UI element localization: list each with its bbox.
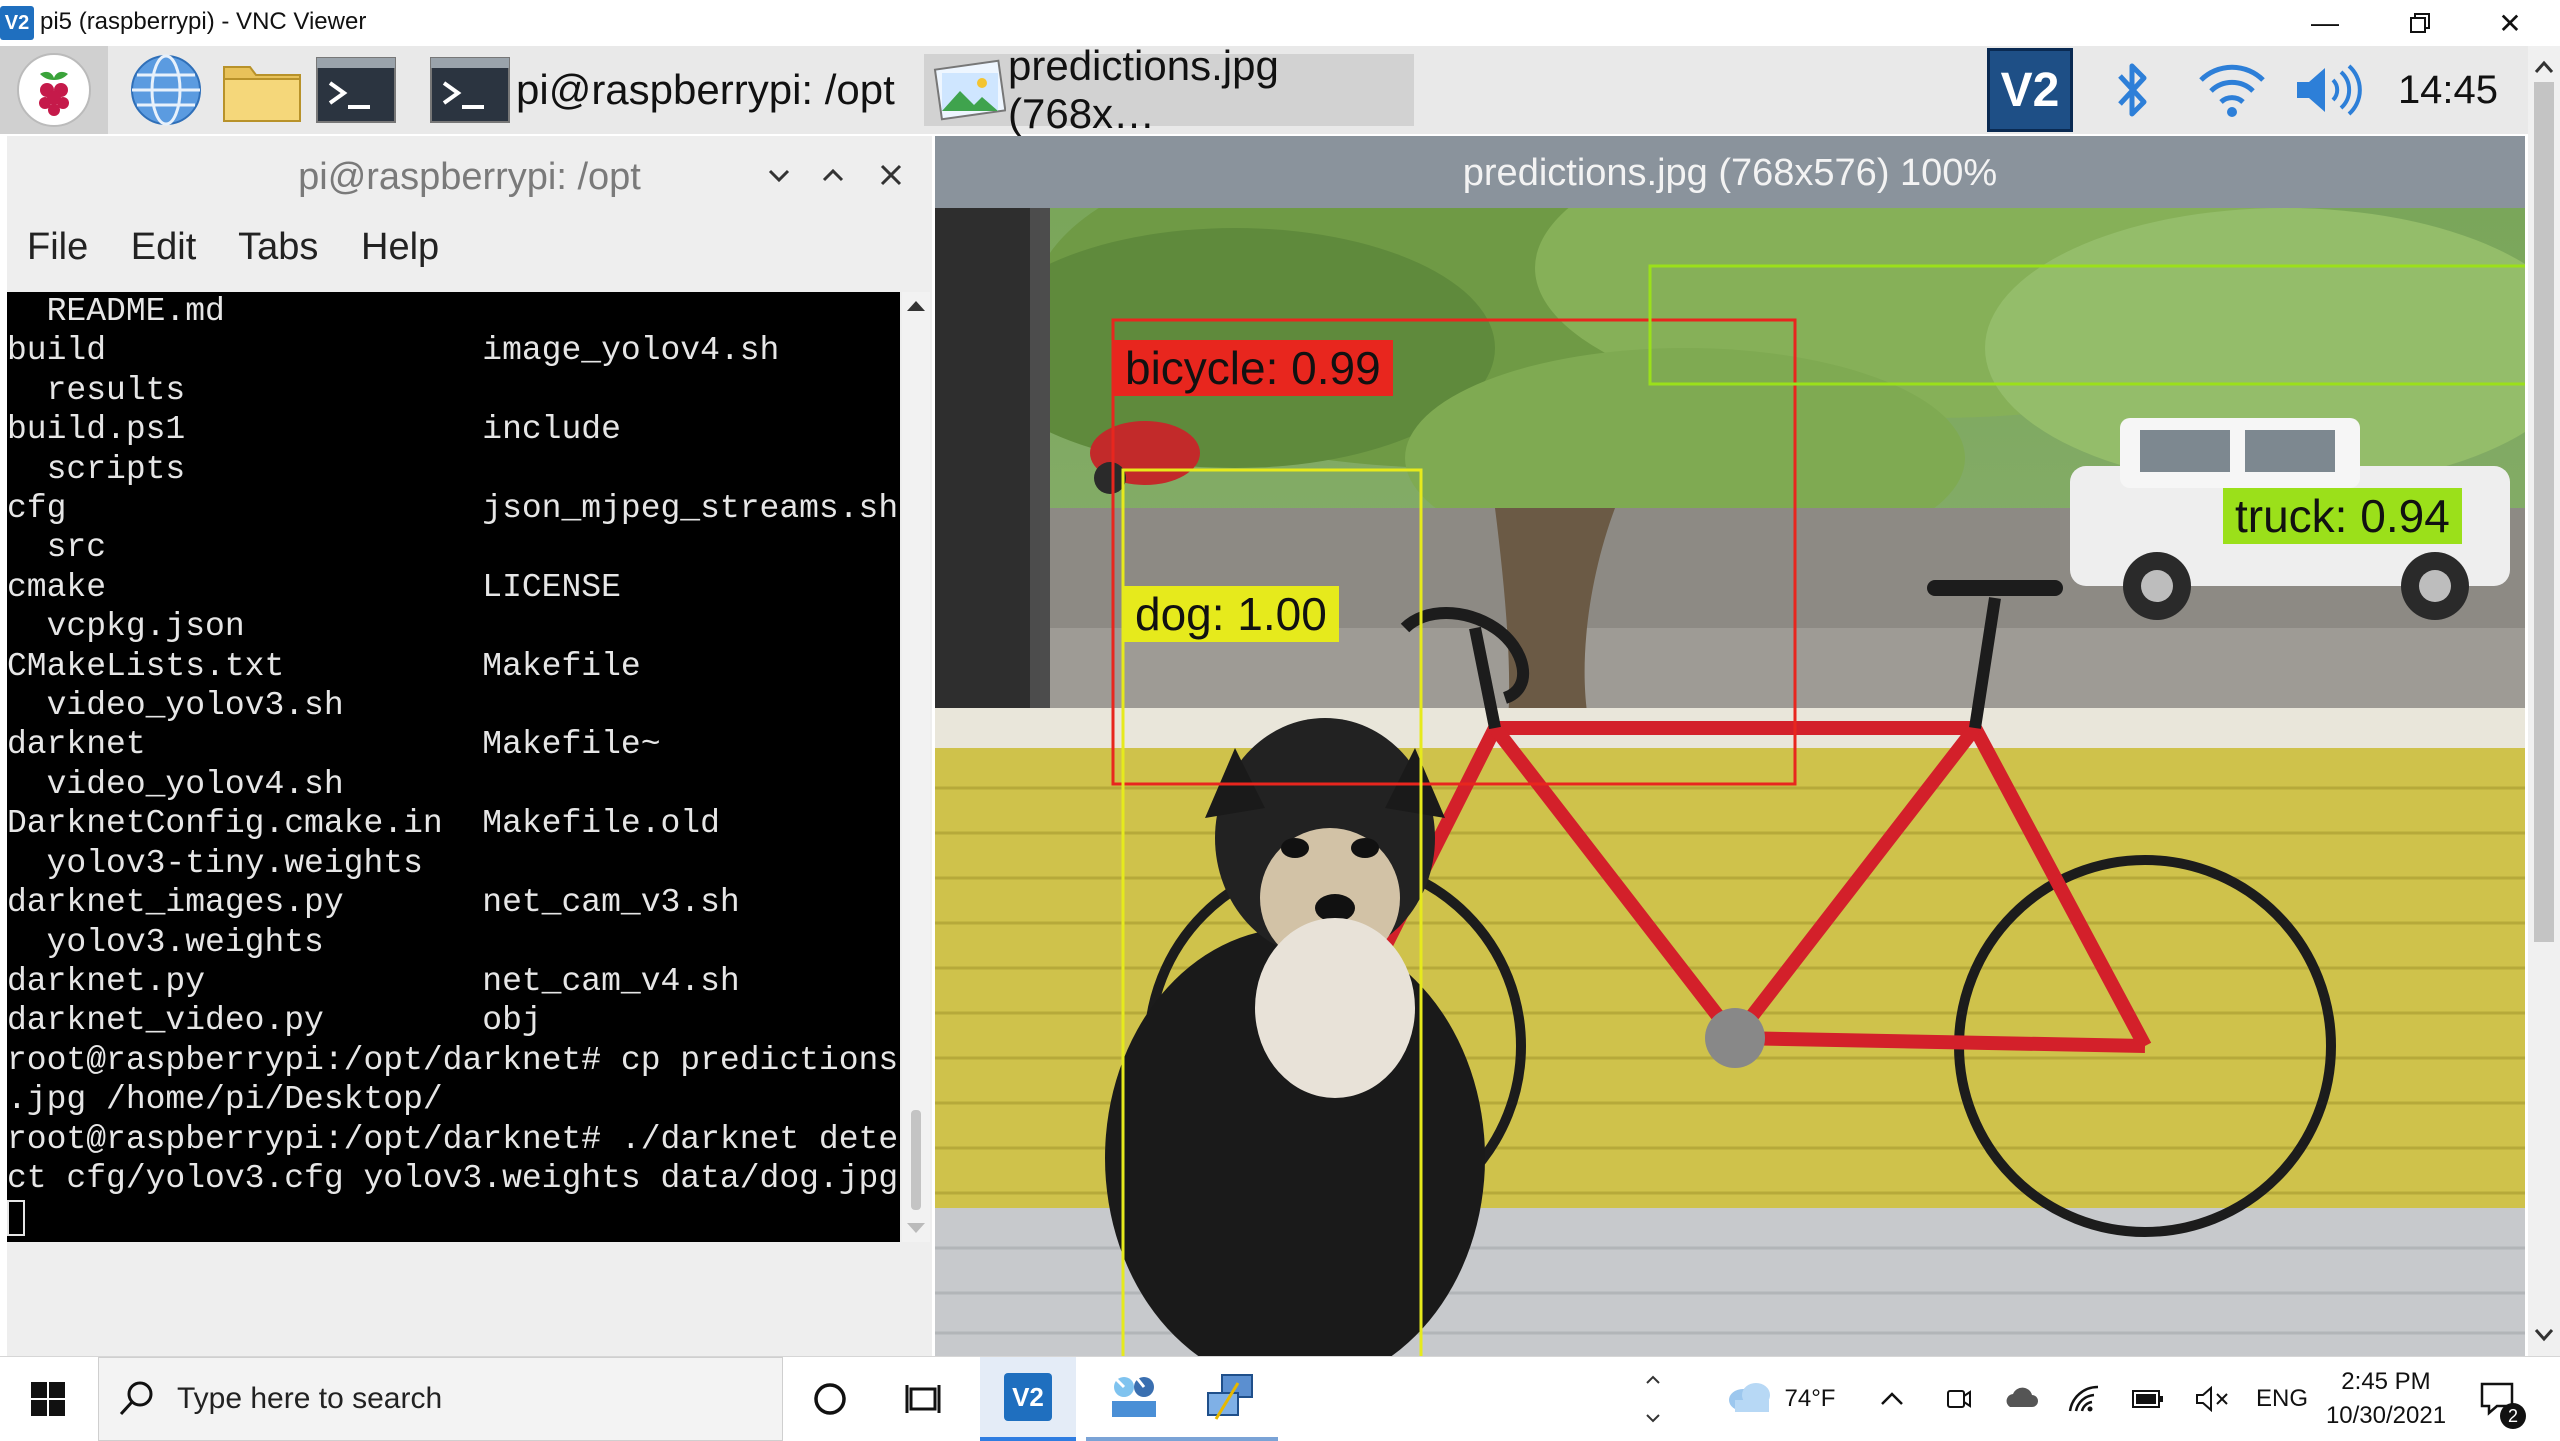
remote-desktop-icon[interactable] [1182, 1357, 1278, 1441]
terminal-line: yolov3-tiny.weights [7, 844, 423, 882]
vnc-titlebar: V2 pi5 (raspberrypi) - VNC Viewer — ✕ [0, 0, 2560, 46]
weather-widget[interactable]: 74°F [1716, 1357, 1846, 1441]
onedrive-icon[interactable] [1998, 1357, 2042, 1441]
terminal-title: pi@raspberrypi: /opt [298, 156, 641, 198]
vnc-badge: V2 [1987, 48, 2073, 132]
terminal-icon [430, 57, 510, 123]
predictions-image: truck: 0.94 bicycle: 0.99 dog: 1.00 [935, 208, 2525, 1356]
start-icon[interactable] [0, 1357, 96, 1441]
file-manager-icon[interactable] [218, 46, 306, 134]
viewer-title: predictions.jpg (768x576) 100% [1462, 152, 1998, 194]
task-label: pi@raspberrypi: /opt [516, 66, 895, 113]
weather-temp: 74°F [1784, 1385, 1836, 1412]
terminal-line: root@raspberrypi:/opt/darknet# ./darknet… [7, 1120, 899, 1158]
terminal-line: darknet Makefile~ [7, 726, 661, 764]
bluetooth-icon[interactable] [2100, 46, 2164, 134]
clock-text: 14:45 [2397, 67, 2499, 112]
vnc-logo-icon: V2 [0, 6, 34, 40]
taskbar-time: 2:45 PM [2341, 1368, 2431, 1395]
window-title: pi5 (raspberrypi) - VNC Viewer [40, 8, 367, 35]
menu-tabs[interactable]: Tabs [238, 226, 318, 268]
terminal-line: ct cfg/yolov3.cfg yolov3.weights data/do… [7, 1159, 899, 1197]
terminal-line: yolov3.weights [7, 923, 324, 961]
raspberry-menu-icon[interactable] [0, 46, 108, 134]
close-icon[interactable]: ✕ [2465, 0, 2555, 46]
volume-icon[interactable] [2290, 46, 2366, 134]
terminal-window: pi@raspberrypi: /opt File Edit Tabs Help… [7, 136, 932, 1356]
chevron-up-icon[interactable] [819, 156, 847, 198]
pi-clock: 14:45 [2384, 46, 2512, 134]
vnc-scrollbar[interactable] [2528, 46, 2560, 1356]
web-browser-icon[interactable] [118, 46, 214, 134]
taskbar-date: 10/30/2021 [2325, 1402, 2447, 1429]
terminal-output[interactable]: README.md build image_yolov4.sh results bu… [7, 292, 900, 1242]
cortana-icon[interactable] [790, 1357, 870, 1441]
terminal-line: darknet_images.py net_cam_v3.sh [7, 884, 740, 922]
menu-edit[interactable]: Edit [131, 226, 196, 268]
notification-icon[interactable]: 2 [2464, 1357, 2534, 1441]
truck-label: truck: 0.94 [2223, 488, 2462, 544]
meet-now-icon[interactable] [1938, 1357, 1980, 1441]
image-viewer-window: predictions.jpg (768x576) 100% truck: 0.… [935, 136, 2525, 1356]
windows-taskbar: Type here to search V2 74°F ENG 2:45 PM … [0, 1356, 2560, 1441]
language-indicator[interactable]: ENG [2250, 1357, 2314, 1441]
terminal-line: darknet_video.py obj [7, 1002, 542, 1040]
cloud-icon [1727, 1380, 1773, 1419]
language-text: ENG [2255, 1385, 2308, 1412]
terminal-line: DarknetConfig.cmake.in Makefile.old [7, 805, 720, 843]
terminal-cursor [7, 1199, 25, 1236]
menu-file[interactable]: File [27, 226, 88, 268]
task-terminal[interactable]: pi@raspberrypi: /opt [424, 54, 922, 126]
close-icon[interactable] [877, 156, 905, 198]
terminal-line: results [7, 371, 186, 409]
terminal-icon[interactable] [312, 46, 400, 134]
image-viewer-icon [930, 59, 1007, 121]
search-placeholder: Type here to search [177, 1382, 443, 1415]
scrollbar-thumb[interactable] [2534, 82, 2554, 942]
show-hidden-icons[interactable] [1870, 1357, 1914, 1441]
terminal-menubar: File Edit Tabs Help [27, 226, 471, 269]
terminal-line: video_yolov4.sh [7, 765, 344, 803]
terminal-scrollbar[interactable] [902, 292, 930, 1242]
task-view-icon[interactable] [885, 1357, 965, 1441]
task-image-viewer[interactable]: predictions.jpg (768x… [924, 42, 1414, 137]
chevron-down-icon[interactable] [765, 156, 793, 198]
terminal-line: CMakeLists.txt Makefile [7, 647, 641, 685]
terminal-line: cmake LICENSE [7, 568, 621, 606]
minimize-icon[interactable]: — [2280, 0, 2370, 46]
terminal-line: cfg json_mjpeg_streams.sh [7, 490, 899, 528]
wifi-icon[interactable] [2062, 1357, 2106, 1441]
terminal-line: .jpg /home/pi/Desktop/ [7, 1081, 443, 1119]
terminal-line: README.md [7, 293, 225, 330]
taskbar-clock[interactable]: 2:45 PM 10/30/2021 [2316, 1357, 2456, 1441]
restore-icon[interactable] [2375, 0, 2465, 46]
notification-count: 2 [2500, 1403, 2526, 1429]
terminal-line: build.ps1 include [7, 411, 621, 449]
detection-label: truck: 0.94 [2223, 488, 2462, 544]
scrollbar-thumb[interactable] [911, 1110, 921, 1210]
wifi-icon[interactable] [2192, 46, 2272, 134]
terminal-line: darknet.py net_cam_v4.sh [7, 962, 740, 1000]
search-icon [117, 1378, 157, 1423]
terminal-line: video_yolov3.sh [7, 687, 344, 725]
volume-muted-icon[interactable] [2190, 1357, 2234, 1441]
vnc-taskbar-badge: V2 [1004, 1373, 1052, 1421]
scroll-arrows-icon[interactable] [1636, 1357, 1670, 1441]
pi-taskbar: pi@raspberrypi: /opt predictions.jpg (76… [0, 42, 2535, 137]
terminal-line: vcpkg.json [7, 608, 245, 646]
network-tool-icon[interactable] [1086, 1357, 1182, 1441]
vnc-viewer-icon[interactable]: V2 [980, 1357, 1076, 1441]
terminal-line: root@raspberrypi:/opt/darknet# cp predic… [7, 1041, 899, 1079]
menu-help[interactable]: Help [361, 226, 439, 268]
vnc-server-icon[interactable]: V2 [1986, 46, 2074, 134]
task-label: predictions.jpg (768x… [1008, 42, 1279, 137]
terminal-line: src [7, 529, 107, 567]
search-box[interactable]: Type here to search [98, 1357, 783, 1441]
terminal-line: scripts [7, 450, 186, 488]
battery-icon[interactable] [2126, 1357, 2170, 1441]
terminal-line: build image_yolov4.sh [7, 332, 780, 370]
